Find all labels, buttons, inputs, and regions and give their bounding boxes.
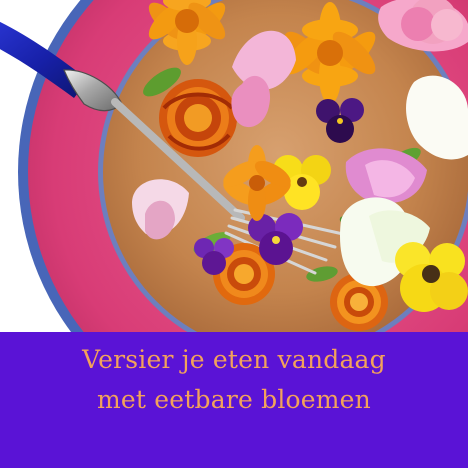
caption-line-1: Versier je eten vandaag bbox=[82, 345, 386, 374]
yellow-pansy-right bbox=[395, 242, 468, 312]
marigold-left bbox=[159, 79, 237, 157]
caption-text: Versier je eten vandaag met eetbare bloe… bbox=[0, 340, 468, 420]
caption-line-2: met eetbare bloemen bbox=[97, 385, 371, 414]
food-photo bbox=[0, 0, 468, 332]
caption-band: Versier je eten vandaag met eetbare bloe… bbox=[0, 332, 468, 468]
plate-illustration bbox=[0, 0, 468, 332]
image-frame: Versier je eten vandaag met eetbare bloe… bbox=[0, 0, 468, 468]
